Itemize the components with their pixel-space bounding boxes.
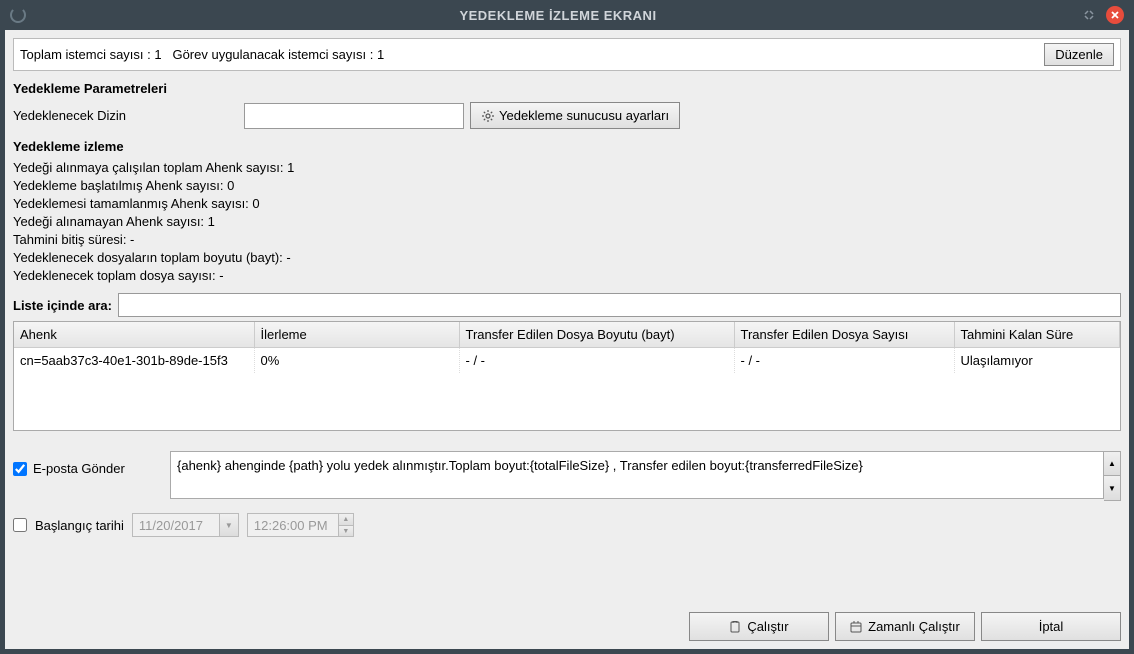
status-failed: Yedeği alınamayan Ahenk sayısı: 1	[13, 214, 1121, 229]
date-dropdown-icon[interactable]: ▼	[219, 513, 239, 537]
textarea-scroll-down-icon[interactable]: ▼	[1104, 476, 1120, 500]
col-header-ahenk[interactable]: Ahenk	[14, 322, 254, 348]
cell-count: - / -	[734, 348, 954, 374]
time-down-icon[interactable]: ▼	[338, 525, 354, 537]
content-area: Toplam istemci sayısı : 1 Görev uygulana…	[5, 30, 1129, 649]
status-total-attempt: Yedeği alınmaya çalışılan toplam Ahenk s…	[13, 160, 1121, 175]
col-header-size[interactable]: Transfer Edilen Dosya Boyutu (bayt)	[459, 322, 734, 348]
status-total-size: Yedeklenecek dosyaların toplam boyutu (b…	[13, 250, 1121, 265]
run-button-label: Çalıştır	[747, 619, 788, 634]
task-clients-value: 1	[377, 47, 384, 62]
startdate-row: Başlangıç tarihi 11/20/2017 ▼ 12:26:00 P…	[13, 513, 1121, 537]
params-section-title: Yedekleme Parametreleri	[13, 81, 1121, 96]
email-checkbox[interactable]	[13, 462, 27, 476]
table-row[interactable]: cn=5aab37c3-40e1-301b-89de-15f3 0% - / -…	[14, 348, 1120, 374]
run-button[interactable]: Çalıştır	[689, 612, 829, 641]
close-icon[interactable]	[1106, 6, 1124, 24]
cell-eta: Ulaşılamıyor	[954, 348, 1120, 374]
server-settings-button[interactable]: Yedekleme sunucusu ayarları	[470, 102, 680, 129]
status-eta: Tahmini bitiş süresi: -	[13, 232, 1121, 247]
edit-button[interactable]: Düzenle	[1044, 43, 1114, 66]
email-template-input[interactable]	[170, 451, 1104, 499]
status-started: Yedekleme başlatılmış Ahenk sayısı: 0	[13, 178, 1121, 193]
col-header-count[interactable]: Transfer Edilen Dosya Sayısı	[734, 322, 954, 348]
time-spinner: ▲ ▼	[338, 513, 354, 537]
backup-dir-input[interactable]	[244, 103, 464, 129]
task-clients-label: Görev uygulanacak istemci sayısı :	[172, 47, 376, 62]
email-checkbox-wrap: E-posta Gönder	[13, 451, 158, 476]
run-icon	[729, 621, 741, 633]
info-bar: Toplam istemci sayısı : 1 Görev uygulana…	[13, 38, 1121, 71]
cell-size: - / -	[459, 348, 734, 374]
app-icon	[10, 7, 26, 23]
run-scheduled-label: Zamanlı Çalıştır	[868, 619, 960, 634]
time-up-icon[interactable]: ▲	[338, 513, 354, 525]
info-bar-text: Toplam istemci sayısı : 1 Görev uygulana…	[20, 47, 1044, 62]
status-total-files: Yedeklenecek toplam dosya sayısı: -	[13, 268, 1121, 283]
gear-icon	[481, 109, 495, 123]
email-template-wrap: ▲ ▼	[170, 451, 1121, 501]
status-table: Ahenk İlerleme Transfer Edilen Dosya Boy…	[14, 322, 1120, 373]
col-header-progress[interactable]: İlerleme	[254, 322, 459, 348]
total-clients-label: Toplam istemci sayısı :	[20, 47, 154, 62]
monitor-section-title: Yedekleme izleme	[13, 139, 1121, 154]
email-row: E-posta Gönder ▲ ▼	[13, 451, 1121, 501]
status-lines: Yedeği alınmaya çalışılan toplam Ahenk s…	[13, 160, 1121, 283]
titlebar: YEDEKLEME İZLEME EKRANI	[0, 0, 1134, 30]
clock-icon	[850, 621, 862, 633]
startdate-label: Başlangıç tarihi	[35, 518, 124, 533]
cancel-button-label: İptal	[1039, 619, 1064, 634]
search-row: Liste içinde ara:	[13, 293, 1121, 317]
window: YEDEKLEME İZLEME EKRANI Toplam istemci s…	[0, 0, 1134, 654]
search-input[interactable]	[118, 293, 1121, 317]
cancel-button[interactable]: İptal	[981, 612, 1121, 641]
window-title: YEDEKLEME İZLEME EKRANI	[36, 8, 1080, 23]
startdate-time-field[interactable]: 12:26:00 PM	[247, 513, 339, 537]
textarea-scroll-up-icon[interactable]: ▲	[1104, 452, 1120, 476]
cell-ahenk: cn=5aab37c3-40e1-301b-89de-15f3	[14, 348, 254, 374]
backup-dir-row: Yedeklenecek Dizin Yedekleme sunucusu ay…	[13, 102, 1121, 129]
footer-buttons: Çalıştır Zamanlı Çalıştır İptal	[689, 612, 1121, 641]
status-completed: Yedeklemesi tamamlanmış Ahenk sayısı: 0	[13, 196, 1121, 211]
window-controls	[1080, 6, 1124, 24]
textarea-spinner: ▲ ▼	[1104, 451, 1121, 501]
total-clients-value: 1	[154, 47, 161, 62]
search-label: Liste içinde ara:	[13, 298, 112, 313]
run-scheduled-button[interactable]: Zamanlı Çalıştır	[835, 612, 975, 641]
startdate-date-field[interactable]: 11/20/2017	[132, 513, 220, 537]
maximize-icon[interactable]	[1080, 6, 1098, 24]
col-header-eta[interactable]: Tahmini Kalan Süre	[954, 322, 1120, 348]
cell-progress: 0%	[254, 348, 459, 374]
email-checkbox-label: E-posta Gönder	[33, 461, 125, 476]
backup-dir-label: Yedeklenecek Dizin	[13, 108, 238, 123]
startdate-checkbox[interactable]	[13, 518, 27, 532]
server-settings-label: Yedekleme sunucusu ayarları	[499, 108, 669, 123]
table-wrap[interactable]: Ahenk İlerleme Transfer Edilen Dosya Boy…	[13, 321, 1121, 431]
